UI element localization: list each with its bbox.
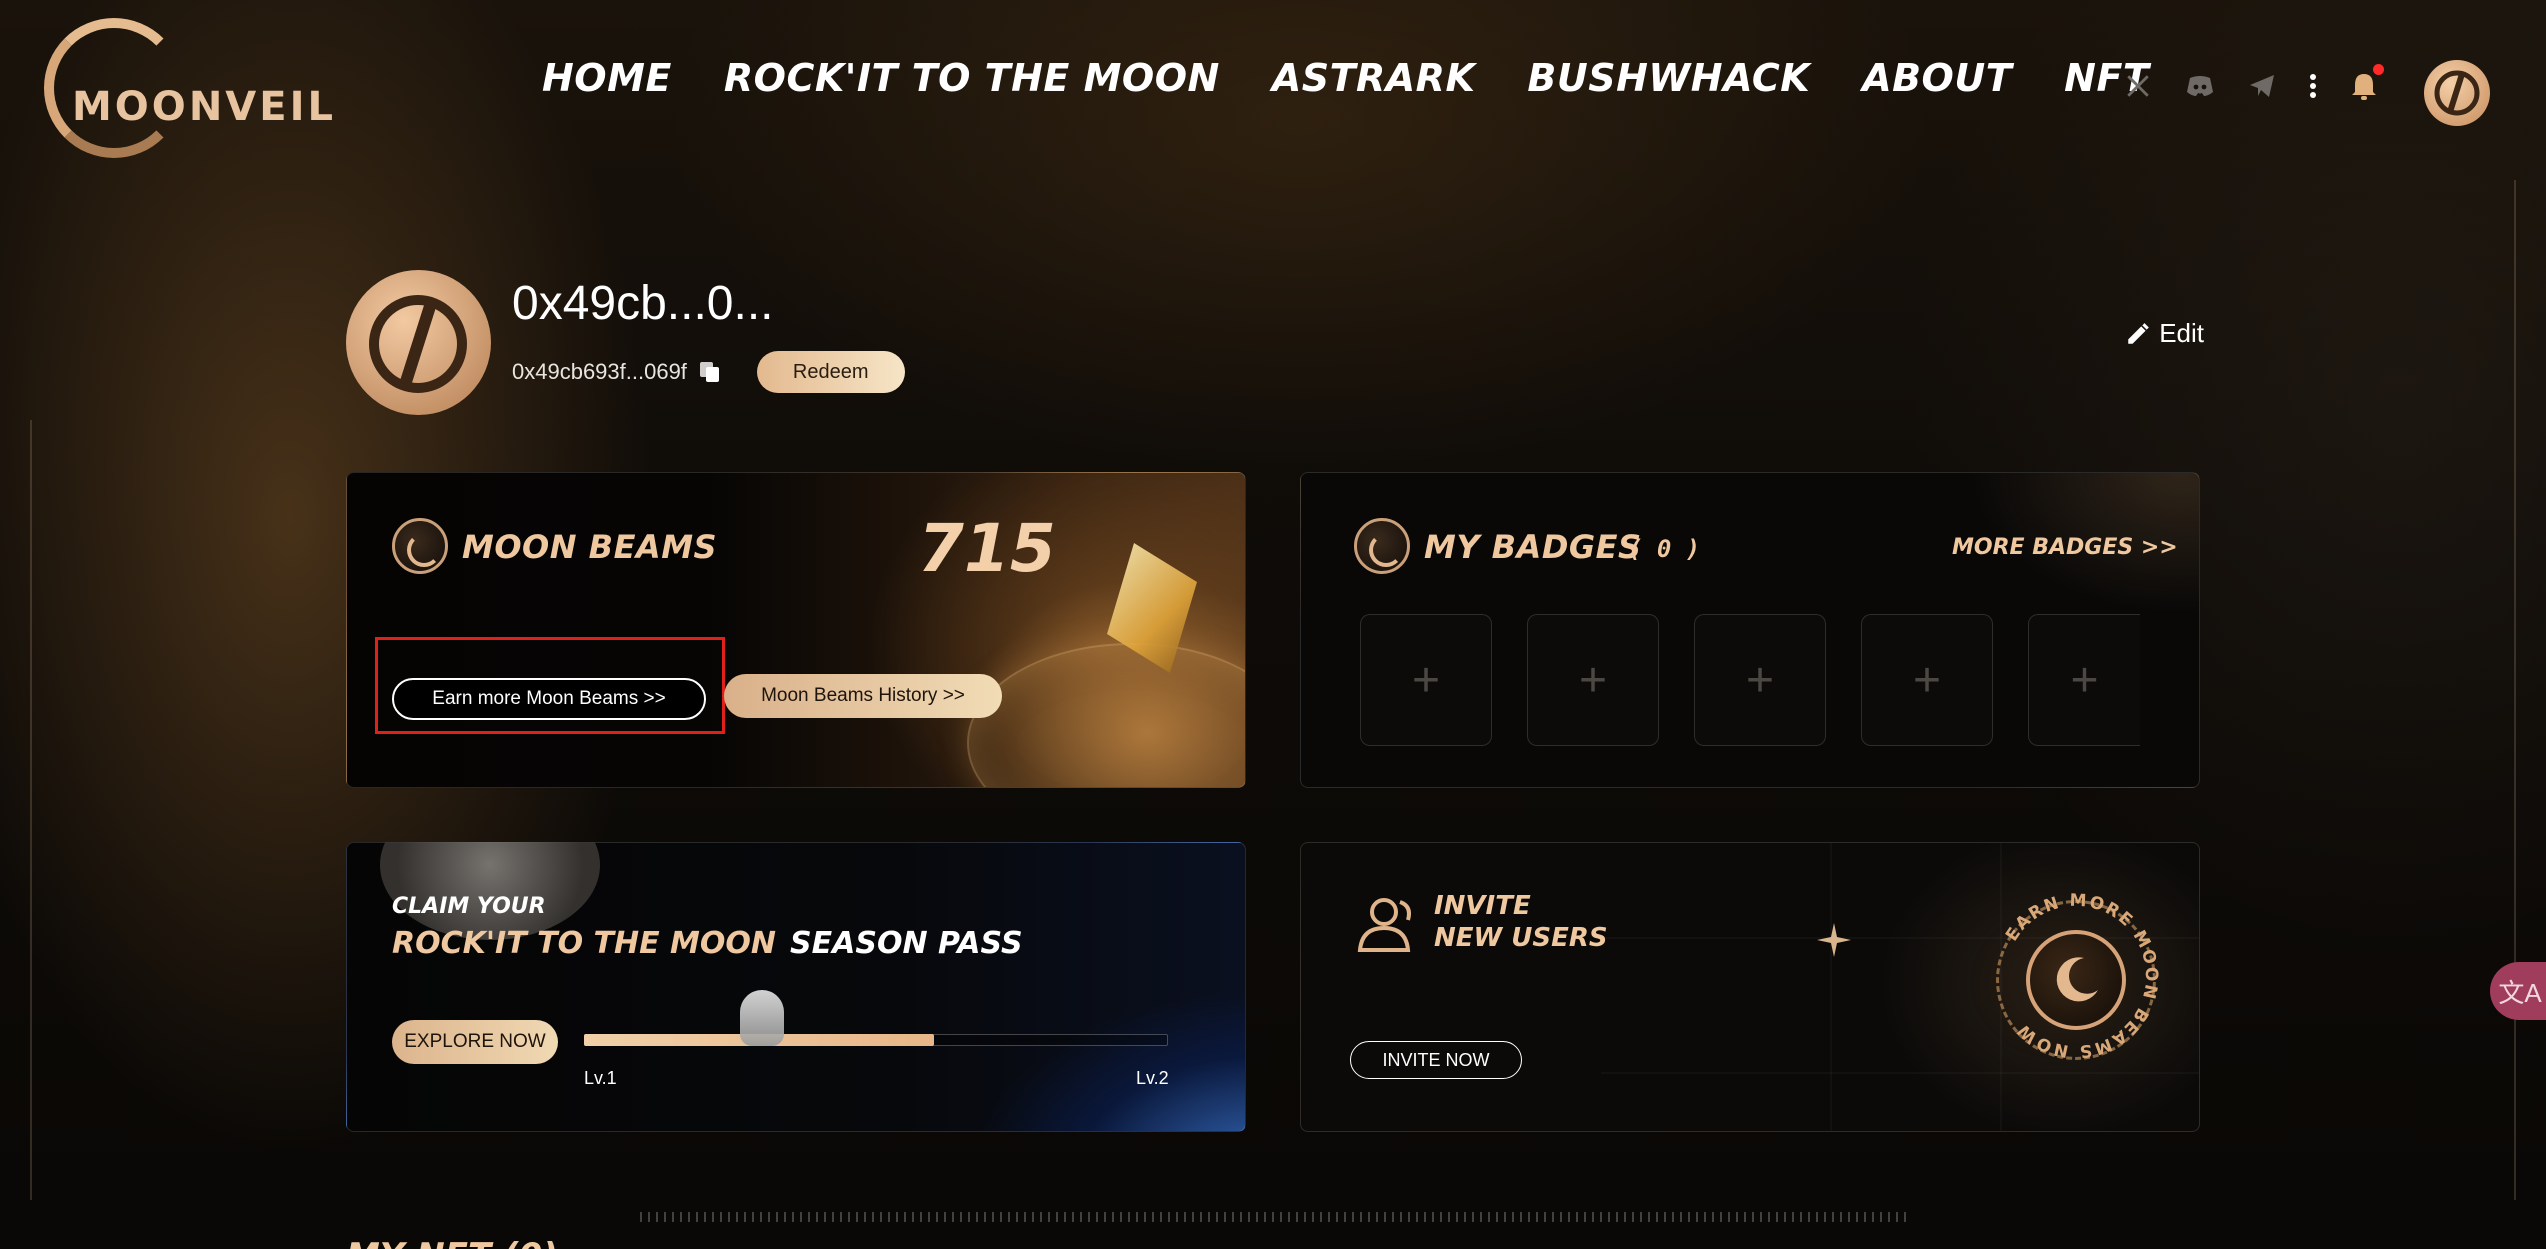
moon-beams-value: 715 [918, 510, 1056, 587]
season-pass-title: ROCK'IT TO THE MOON SEASON PASS [392, 926, 1023, 961]
moon-beams-title: MOON BEAMS [462, 528, 718, 566]
copy-icon[interactable] [699, 361, 721, 383]
nav-bushwhack[interactable]: BUSHWHACK [1527, 56, 1810, 100]
wallet-address: 0x49cb693f...069f [512, 359, 687, 384]
frame-left-line [30, 420, 32, 1200]
x-icon[interactable] [2122, 70, 2154, 102]
explore-now-button[interactable]: EXPLORE NOW [392, 1020, 558, 1064]
bell-icon[interactable] [2348, 64, 2384, 102]
more-badges-link[interactable]: MORE BADGES >> [1952, 535, 2178, 560]
telegram-icon[interactable] [2246, 70, 2278, 102]
my-badges-title: MY BADGES [1424, 528, 1642, 566]
svg-text:EARN MORE MOON BEAMS NOW: EARN MORE MOON BEAMS NOW [2002, 891, 2161, 1062]
nav-about[interactable]: ABOUT [1862, 56, 2012, 100]
edit-profile-button[interactable]: Edit [2125, 318, 2204, 349]
season-pass-title-gold: ROCK'IT TO THE MOON [392, 926, 777, 961]
moon-beams-card [346, 472, 1246, 788]
claim-your-text: CLAIM YOUR [392, 894, 546, 919]
level-end-label: Lv.2 [1136, 1068, 1169, 1088]
edit-label: Edit [2159, 318, 2204, 348]
moon-beams-swirl-art [967, 643, 1245, 787]
astronaut-art [740, 990, 784, 1046]
moon-beams-history-button[interactable]: Moon Beams History >> [724, 674, 1002, 718]
badge-slot[interactable]: + [1360, 614, 1492, 746]
profile-address-row: 0x49cb693f...069f Redeem [512, 351, 905, 393]
level-start-label: Lv.1 [584, 1068, 617, 1088]
moonveil-logo[interactable]: MOONVEIL [44, 18, 333, 163]
pencil-icon [2128, 322, 2150, 344]
badge-count: ( 0 ) [1628, 535, 1701, 563]
discord-icon[interactable] [2184, 70, 2216, 102]
badge-slot[interactable]: + [2028, 614, 2140, 746]
badge-slot[interactable]: + [1694, 614, 1826, 746]
badge-slot[interactable]: + [1861, 614, 1993, 746]
section-divider [640, 1212, 1910, 1222]
invite-title-line2: NEW USERS [1434, 923, 1608, 953]
season-pass-title-white: SEASON PASS [790, 926, 1023, 961]
frame-right-line [2514, 180, 2516, 1200]
profile-name: 0x49cb...0... [512, 277, 774, 330]
notification-dot [2373, 64, 2384, 75]
seal-text: EARN MORE MOON BEAMS NOW [2002, 891, 2159, 1062]
invite-title-line1: INVITE [1434, 891, 1531, 921]
user-avatar-button[interactable] [2424, 60, 2490, 126]
nav-home[interactable]: HOME [542, 56, 672, 100]
my-nft-section-title: MY NFT (0) [346, 1236, 558, 1249]
header-icons [2122, 64, 2384, 102]
translate-button[interactable]: 文A [2490, 962, 2546, 1020]
seal-text-ring: EARN MORE MOON BEAMS NOW [2002, 891, 2161, 1062]
nav-astrark[interactable]: ASTRARK [1272, 56, 1476, 100]
badges-icon [1354, 518, 1410, 574]
more-icon[interactable] [2308, 70, 2318, 102]
moon-beams-icon [392, 518, 448, 574]
main-nav: HOME ROCK'IT TO THE MOON ASTRARK BUSHWHA… [542, 56, 2149, 100]
invite-users-icon [1357, 898, 1411, 952]
invite-title: INVITE NEW USERS [1434, 890, 1608, 954]
logo-text: MOONVEIL [72, 84, 336, 130]
earn-more-moon-beams-button[interactable]: Earn more Moon Beams >> [392, 678, 706, 720]
badge-slot[interactable]: + [1527, 614, 1659, 746]
invite-now-button[interactable]: INVITE NOW [1350, 1041, 1522, 1079]
nav-rockit-to-the-moon[interactable]: ROCK'IT TO THE MOON [724, 56, 1220, 100]
profile-avatar [346, 270, 491, 415]
redeem-button[interactable]: Redeem [756, 351, 905, 393]
